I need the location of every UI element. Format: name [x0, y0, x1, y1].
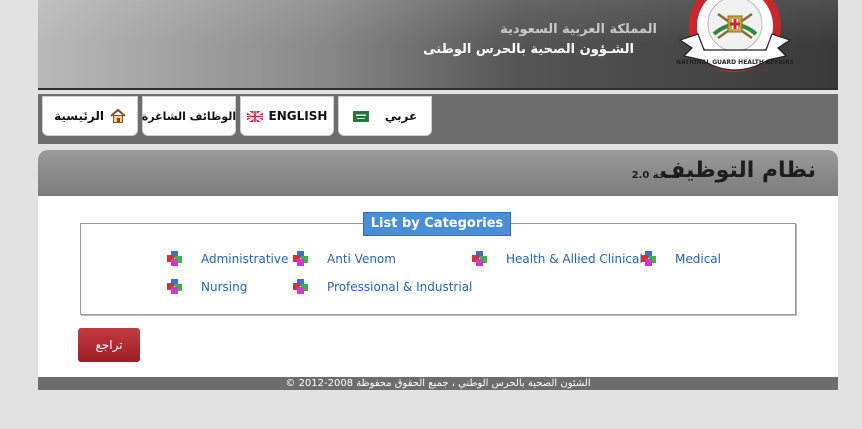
category-label: Anti Venom: [327, 252, 396, 266]
page-title: نظام التوظيف: [659, 158, 816, 183]
category-administrative[interactable]: Administrative: [167, 251, 288, 267]
ngha-logo: NATIONAL GUARD HEALTH AFFAIRS: [676, 0, 794, 72]
section-title-bar: نظام التوظيف نسخة 2.0: [38, 150, 838, 196]
header-banner: المملكة العربية السعودية الشـؤون الصحية …: [38, 0, 838, 90]
page-container: المملكة العربية السعودية الشـؤون الصحية …: [38, 0, 838, 390]
back-button[interactable]: تراجع: [78, 328, 140, 362]
nav-english[interactable]: ENGLISH: [240, 96, 334, 136]
category-label: Medical: [675, 252, 721, 266]
category-nursing[interactable]: Nursing: [167, 279, 247, 295]
saudi-flag-icon: [352, 110, 369, 122]
footer-copyright: الشئون الصحية بالحرس الوطني ، جميع الحقو…: [38, 377, 838, 390]
categories-box: Administrative Anti Venom Health & Allie…: [80, 223, 796, 315]
category-icon: [641, 251, 657, 267]
nav-english-label: ENGLISH: [268, 109, 328, 123]
category-icon: [472, 251, 488, 267]
category-health-allied-clinical[interactable]: Health & Allied Clinical: [472, 251, 643, 267]
home-icon: [110, 108, 126, 123]
categories-heading: List by Categories: [363, 212, 511, 236]
category-icon: [167, 279, 183, 295]
nav-home-label: الرئيسية: [54, 109, 104, 123]
category-anti-venom[interactable]: Anti Venom: [293, 251, 396, 267]
category-label: Health & Allied Clinical: [506, 252, 643, 266]
main-navbar: الرئيسية الوظائف الشاغرة ENGLISH عربي: [38, 94, 838, 144]
category-label: Professional & Industrial: [327, 280, 473, 294]
category-medical[interactable]: Medical: [641, 251, 721, 267]
uk-flag-icon: [246, 110, 263, 122]
main-content: Administrative Anti Venom Health & Allie…: [38, 196, 838, 377]
svg-text:NATIONAL GUARD HEALTH AFFAIRS: NATIONAL GUARD HEALTH AFFAIRS: [676, 59, 794, 66]
category-icon: [293, 251, 309, 267]
version-label: نسخة 2.0: [631, 170, 680, 181]
nav-home[interactable]: الرئيسية: [42, 96, 138, 136]
nav-jobs-label: الوظائف الشاغرة: [141, 109, 237, 123]
nav-arabic-label: عربي: [384, 109, 418, 123]
nav-vacant-jobs[interactable]: الوظائف الشاغرة: [142, 96, 236, 136]
category-icon: [293, 279, 309, 295]
category-icon: [167, 251, 183, 267]
category-label: Nursing: [201, 280, 248, 294]
category-professional-industrial[interactable]: Professional & Industrial: [293, 279, 472, 295]
affairs-title: الشـؤون الصحية بالحرس الوطنى: [423, 42, 634, 57]
kingdom-title: المملكة العربية السعودية: [500, 22, 657, 37]
category-label: Administrative: [201, 252, 289, 266]
nav-arabic[interactable]: عربي: [338, 96, 432, 136]
